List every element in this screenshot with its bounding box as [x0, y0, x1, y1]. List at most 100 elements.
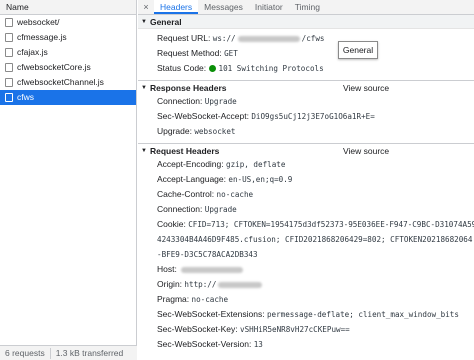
request-details-panel: × Headers Messages Initiator Timing ▼ Ge… [138, 0, 474, 360]
request-row-cfajax[interactable]: cfajax.js [0, 45, 136, 60]
header-key: Sec-WebSocket-Extensions: [157, 309, 265, 319]
tab-initiator[interactable]: Initiator [249, 0, 289, 14]
close-icon[interactable]: × [138, 0, 154, 14]
script-icon [5, 63, 13, 72]
header-key: Host: [157, 264, 177, 274]
request-header-row: Origin: http:// [138, 277, 474, 292]
expand-triangle-icon: ▼ [141, 18, 147, 25]
request-url-row: Request URL: ws:// /cfws [138, 31, 474, 46]
request-row-cfwebsocketchannel[interactable]: cfwebsocketChannel.js [0, 75, 136, 90]
request-name: cfmessage.js [17, 32, 67, 42]
expand-triangle-icon: ▼ [141, 147, 147, 154]
request-header-row: Cache-Control: no-cache [138, 187, 474, 202]
request-header-row: Connection: Upgrade [138, 202, 474, 217]
header-key: Origin: [157, 279, 183, 289]
document-icon [5, 18, 13, 27]
header-value: en-US,en;q=0.9 [228, 175, 293, 184]
header-value: no-cache [216, 190, 254, 199]
section-title: Response Headers [149, 82, 227, 93]
script-icon [5, 33, 13, 42]
status-code-row: Status Code: 101 Switching Protocols [138, 61, 474, 76]
header-key: Pragma: [157, 294, 190, 304]
header-key: Cache-Control: [157, 189, 215, 199]
section-title: General [149, 16, 182, 27]
request-name: cfwebsocketCore.js [17, 62, 91, 72]
header-value: DiO9gs5uCj12j3E7oG1O6a1R+E= [251, 112, 375, 121]
header-value: no-cache [191, 295, 229, 304]
header-value: ws:// [212, 34, 236, 43]
request-header-row: Sec-WebSocket-Key: vSHHiR5eNR8vH27cCKEPu… [138, 322, 474, 337]
name-column-header[interactable]: Name [0, 0, 136, 15]
redacted-host [181, 266, 244, 273]
header-key: Sec-WebSocket-Version: [157, 339, 252, 349]
header-key: Upgrade: [157, 126, 192, 136]
response-header-row: Upgrade: websocket [138, 124, 474, 139]
cookie-continuation: -BFE9-D3C5C78ACA2DB343 [138, 247, 474, 262]
header-value: -BFE9-D3C5C78ACA2DB343 [157, 250, 258, 259]
tab-messages[interactable]: Messages [198, 0, 249, 14]
header-value: Upgrade [204, 97, 237, 106]
header-key: Status Code: [157, 63, 207, 73]
request-name: cfwebsocketChannel.js [17, 77, 104, 87]
header-key: Connection: [157, 96, 203, 106]
view-source-link[interactable]: View source [343, 81, 389, 95]
redacted-host [237, 35, 300, 42]
status-success-icon [208, 65, 216, 73]
request-header-row: Accept-Encoding: gzip, deflate [138, 157, 474, 172]
header-value: 101 Switching Protocols [218, 64, 324, 73]
header-key: Request URL: [157, 33, 211, 43]
request-count: 6 requests [5, 348, 45, 358]
request-list-panel: Name websocket/ cfmessage.js cfajax.js c… [0, 0, 137, 360]
header-key: Accept-Encoding: [157, 159, 224, 169]
script-icon [5, 48, 13, 57]
request-name: websocket/ [17, 17, 60, 27]
request-header-row: Pragma: no-cache [138, 292, 474, 307]
header-value: 13 [253, 340, 263, 349]
response-header-row: Sec-WebSocket-Accept: DiO9gs5uCj12j3E7oG… [138, 109, 474, 124]
header-value: 4243304B4A46D9F485.cfusion; CFID20218682… [157, 235, 473, 244]
request-row-cfmessage[interactable]: cfmessage.js [0, 30, 136, 45]
tab-headers[interactable]: Headers [154, 0, 199, 14]
header-value: websocket [194, 127, 236, 136]
request-name: cfws [17, 92, 34, 102]
header-value: GET [224, 49, 238, 58]
header-value: http:// [184, 280, 217, 289]
header-value: gzip, deflate [226, 160, 286, 169]
header-key: Request Method: [157, 48, 222, 58]
header-key: Connection: [157, 204, 203, 214]
request-header-row: Accept-Language: en-US,en;q=0.9 [138, 172, 474, 187]
request-name: cfajax.js [17, 47, 48, 57]
websocket-icon [5, 93, 13, 102]
cookie-continuation: 4243304B4A46D9F485.cfusion; CFID20218682… [138, 232, 474, 247]
response-header-row: Connection: Upgrade [138, 94, 474, 109]
section-title: Request Headers [149, 145, 220, 156]
request-header-row: Host: [138, 262, 474, 277]
status-bar: 6 requests 1.3 kB transferred [0, 345, 137, 360]
tab-timing[interactable]: Timing [289, 0, 326, 14]
tooltip: General [338, 41, 378, 59]
header-key: Cookie: [157, 219, 186, 229]
request-method-row: Request Method: GET [138, 46, 474, 61]
header-key: Accept-Language: [157, 174, 226, 184]
request-row-cfws[interactable]: cfws [0, 90, 136, 105]
request-row-cfwebsocketcore[interactable]: cfwebsocketCore.js [0, 60, 136, 75]
header-value: /cfws [301, 34, 325, 43]
header-key: Sec-WebSocket-Accept: [157, 111, 249, 121]
header-value: vSHHiR5eNR8vH27cCKEPuw== [240, 325, 350, 334]
request-row-websocket[interactable]: websocket/ [0, 15, 136, 30]
script-icon [5, 78, 13, 87]
view-source-link[interactable]: View source [343, 144, 389, 158]
header-value: Upgrade [204, 205, 237, 214]
general-section-header[interactable]: ▼ General [138, 15, 474, 29]
response-headers-section-header[interactable]: ▼ Response Headers View source [138, 80, 474, 94]
redacted-host [218, 281, 263, 288]
header-value: CFID=713; CFTOKEN=1954175d3df52373-95E03… [188, 220, 474, 229]
request-headers-section-header[interactable]: ▼ Request Headers View source [138, 143, 474, 157]
expand-triangle-icon: ▼ [141, 84, 147, 91]
transferred-size: 1.3 kB transferred [55, 348, 124, 358]
request-header-row: Sec-WebSocket-Extensions: permessage-def… [138, 307, 474, 322]
request-header-row: Sec-WebSocket-Version: 13 [138, 337, 474, 352]
request-header-row-cookie: Cookie: CFID=713; CFTOKEN=1954175d3df523… [138, 217, 474, 232]
header-key: Sec-WebSocket-Key: [157, 324, 238, 334]
details-tabbar: × Headers Messages Initiator Timing [138, 0, 474, 15]
